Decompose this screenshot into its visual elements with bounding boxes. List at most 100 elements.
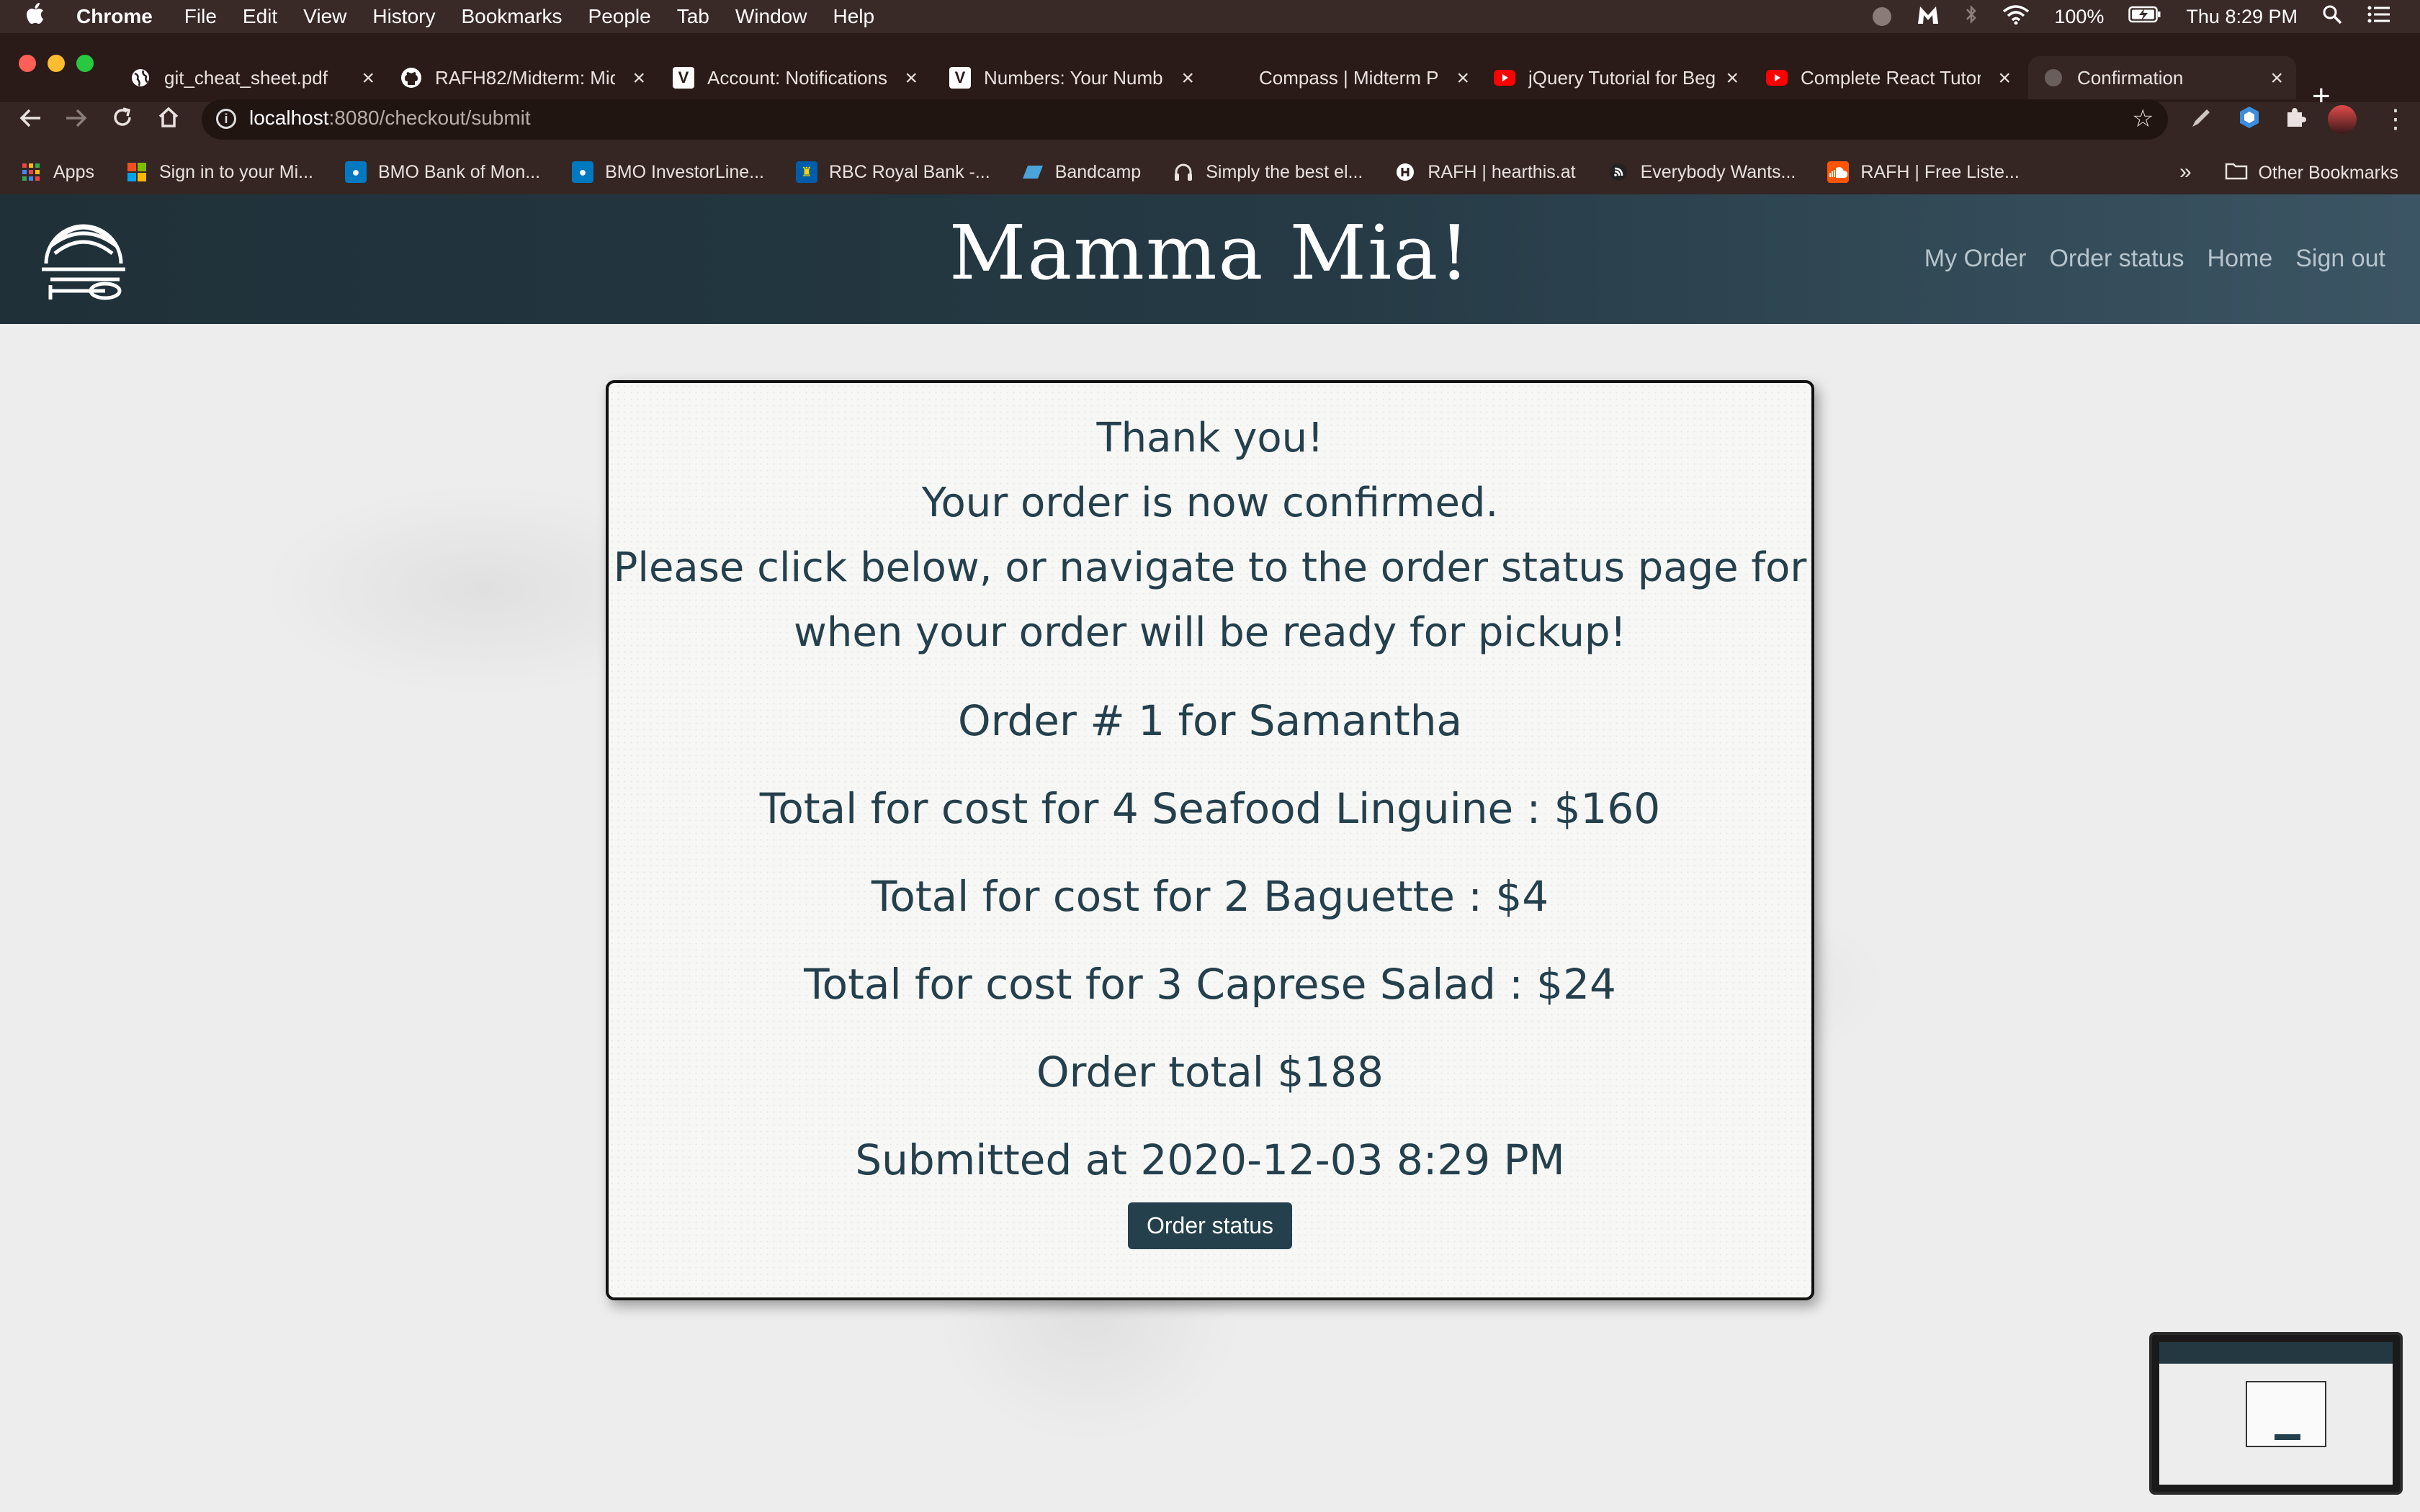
hexagon-extension-icon[interactable] — [2237, 105, 2262, 135]
bookmark-simply-the-best[interactable]: Simply the best el... — [1173, 161, 1363, 183]
close-tab-icon[interactable]: × — [1456, 66, 1469, 91]
bookmark-bmo-bank[interactable]: ● BMO Bank of Mon... — [344, 161, 540, 183]
tab-title: Complete React Tutori — [1801, 66, 1981, 89]
web-page: Mamma Mia! My Order Order status Home Si… — [0, 194, 2420, 1512]
close-tab-icon[interactable]: × — [1181, 66, 1194, 91]
bookmarks-overflow-chevron[interactable]: » — [2179, 160, 2192, 184]
other-bookmarks-folder[interactable]: Other Bookmarks — [2225, 161, 2398, 185]
order-confirmed-text: Your order is now confirmed. — [921, 480, 1499, 526]
menu-help[interactable]: Help — [833, 5, 874, 28]
chrome-menu-icon[interactable]: ⋮ — [2383, 104, 2408, 134]
fullscreen-window-button[interactable] — [76, 55, 94, 72]
minimize-window-button[interactable] — [48, 55, 65, 72]
menu-history[interactable]: History — [372, 5, 435, 28]
menu-file[interactable]: File — [184, 5, 217, 28]
youtube-icon — [1766, 67, 1788, 89]
bookmark-bandcamp[interactable]: Bandcamp — [1022, 161, 1141, 183]
tab-confirmation[interactable]: Confirmation × — [2028, 56, 2296, 99]
nav-my-order[interactable]: My Order — [1924, 245, 2027, 273]
rss-icon — [1608, 161, 1629, 183]
bookmark-everybody-wants[interactable]: Everybody Wants... — [1608, 161, 1796, 183]
tab-github-midterm[interactable]: RAFH82/Midterm: Mid × — [400, 56, 645, 99]
microsoft-icon — [126, 161, 148, 183]
menu-edit[interactable]: Edit — [243, 5, 277, 28]
thank-you-heading: Thank you! — [1096, 415, 1324, 462]
bookmark-label: Simply the best el... — [1206, 161, 1363, 182]
tab-title: git_cheat_sheet.pdf — [164, 66, 328, 89]
folder-icon — [2225, 161, 2248, 185]
tab-jquery-tutorial[interactable]: jQuery Tutorial for Beg × — [1494, 56, 1739, 99]
menu-window[interactable]: Window — [735, 5, 807, 28]
site-info-icon[interactable]: i — [216, 109, 236, 129]
soundcloud-icon — [1827, 161, 1850, 183]
tab-git-cheat-sheet[interactable]: git_cheat_sheet.pdf × — [130, 56, 375, 99]
menu-bookmarks[interactable]: Bookmarks — [461, 5, 562, 28]
menu-chrome[interactable]: Chrome — [76, 5, 153, 28]
submitted-timestamp: Submitted at 2020-12-03 8:29 PM — [855, 1135, 1565, 1184]
tab-numbers[interactable]: V Numbers: Your Numb × — [949, 56, 1194, 99]
confirmation-card: Thank you! Your order is now confirmed. … — [606, 380, 1814, 1300]
bookmark-label: Sign in to your Mi... — [158, 161, 313, 182]
tab-account-notifications[interactable]: V Account: Notifications × — [673, 56, 918, 99]
close-tab-icon[interactable]: × — [362, 66, 375, 91]
bookmark-apps[interactable]: Apps — [20, 161, 94, 183]
globe-icon — [2043, 67, 2064, 89]
bookmark-label: RAFH | hearthis.at — [1428, 161, 1576, 182]
bookmark-star-icon[interactable]: ☆ — [2132, 104, 2154, 133]
other-bookmarks-label: Other Bookmarks — [2258, 163, 2398, 183]
rbc-icon: ♜ — [796, 161, 817, 183]
apple-icon[interactable] — [26, 3, 55, 30]
tab-title: Numbers: Your Numb — [984, 66, 1163, 89]
home-icon[interactable] — [157, 105, 180, 135]
bookmark-bmo-investorline[interactable]: ● BMO InvestorLine... — [572, 161, 764, 183]
order-item-line: Total for cost for 2 Baguette : $4 — [871, 872, 1549, 921]
menu-view[interactable]: View — [303, 5, 346, 28]
thumbnail-image — [2159, 1342, 2393, 1485]
close-window-button[interactable] — [19, 55, 36, 72]
address-url[interactable]: localhost:8080/checkout/submit — [249, 107, 531, 130]
site-nav-links: My Order Order status Home Sign out — [1924, 245, 2385, 273]
bookmark-rafh-soundcloud[interactable]: RAFH | Free Liste... — [1827, 161, 2020, 183]
wifi-icon[interactable] — [2002, 4, 2030, 30]
recording-indicator-icon[interactable] — [1873, 7, 1892, 26]
nav-order-status[interactable]: Order status — [2049, 245, 2184, 273]
bookmark-hearthis[interactable]: RAFH | hearthis.at — [1394, 161, 1576, 183]
order-status-button[interactable]: Order status — [1127, 1202, 1293, 1249]
close-tab-icon[interactable]: × — [905, 66, 918, 91]
thumbnail-navbar — [2159, 1342, 2393, 1364]
tab-compass-midterm[interactable]: Compass | Midterm Pr × — [1224, 56, 1469, 99]
tab-title: Account: Notifications — [707, 66, 888, 89]
reload-icon[interactable] — [111, 105, 134, 135]
globe-icon — [130, 67, 151, 89]
order-item-line: Total for cost for 3 Caprese Salad : $24 — [804, 960, 1616, 1009]
close-tab-icon[interactable]: × — [632, 66, 645, 91]
bookmark-rbc[interactable]: ♜ RBC Royal Bank -... — [796, 161, 990, 183]
close-tab-icon[interactable]: × — [1998, 66, 2011, 91]
menu-tab[interactable]: Tab — [677, 5, 709, 28]
nav-sign-out[interactable]: Sign out — [2295, 245, 2385, 273]
menu-people[interactable]: People — [588, 5, 651, 28]
notification-center-icon[interactable] — [2367, 5, 2391, 29]
menubar-clock[interactable]: Thu 8:29 PM — [2186, 6, 2298, 28]
compass-icon — [1224, 67, 1246, 89]
bookmark-label: Apps — [53, 161, 94, 182]
close-tab-icon[interactable]: × — [2270, 66, 2283, 91]
pen-extension-icon[interactable] — [2190, 105, 2214, 135]
window-controls — [19, 55, 94, 72]
back-icon[interactable] — [19, 105, 43, 135]
nav-home[interactable]: Home — [2208, 245, 2273, 273]
bookmark-microsoft-signin[interactable]: Sign in to your Mi... — [126, 161, 313, 183]
bookmarks-bar: Apps Sign in to your Mi... ● BMO Bank of… — [0, 150, 2420, 194]
bluetooth-icon[interactable] — [1965, 4, 1978, 30]
spotlight-search-icon[interactable] — [2322, 4, 2342, 30]
battery-charging-icon[interactable] — [2128, 6, 2161, 28]
puzzle-extensions-icon[interactable] — [2283, 105, 2308, 135]
hearthis-icon — [1394, 161, 1416, 183]
close-tab-icon[interactable]: × — [1726, 66, 1739, 91]
malwarebytes-icon[interactable] — [1916, 4, 1940, 30]
screenshot-thumbnail-preview[interactable] — [2149, 1332, 2403, 1495]
tab-react-tutorial[interactable]: Complete React Tutori × — [1766, 56, 2011, 99]
url-path: :8080/checkout/submit — [328, 107, 531, 129]
forward-icon[interactable] — [63, 105, 88, 135]
profile-avatar[interactable] — [2328, 105, 2357, 134]
